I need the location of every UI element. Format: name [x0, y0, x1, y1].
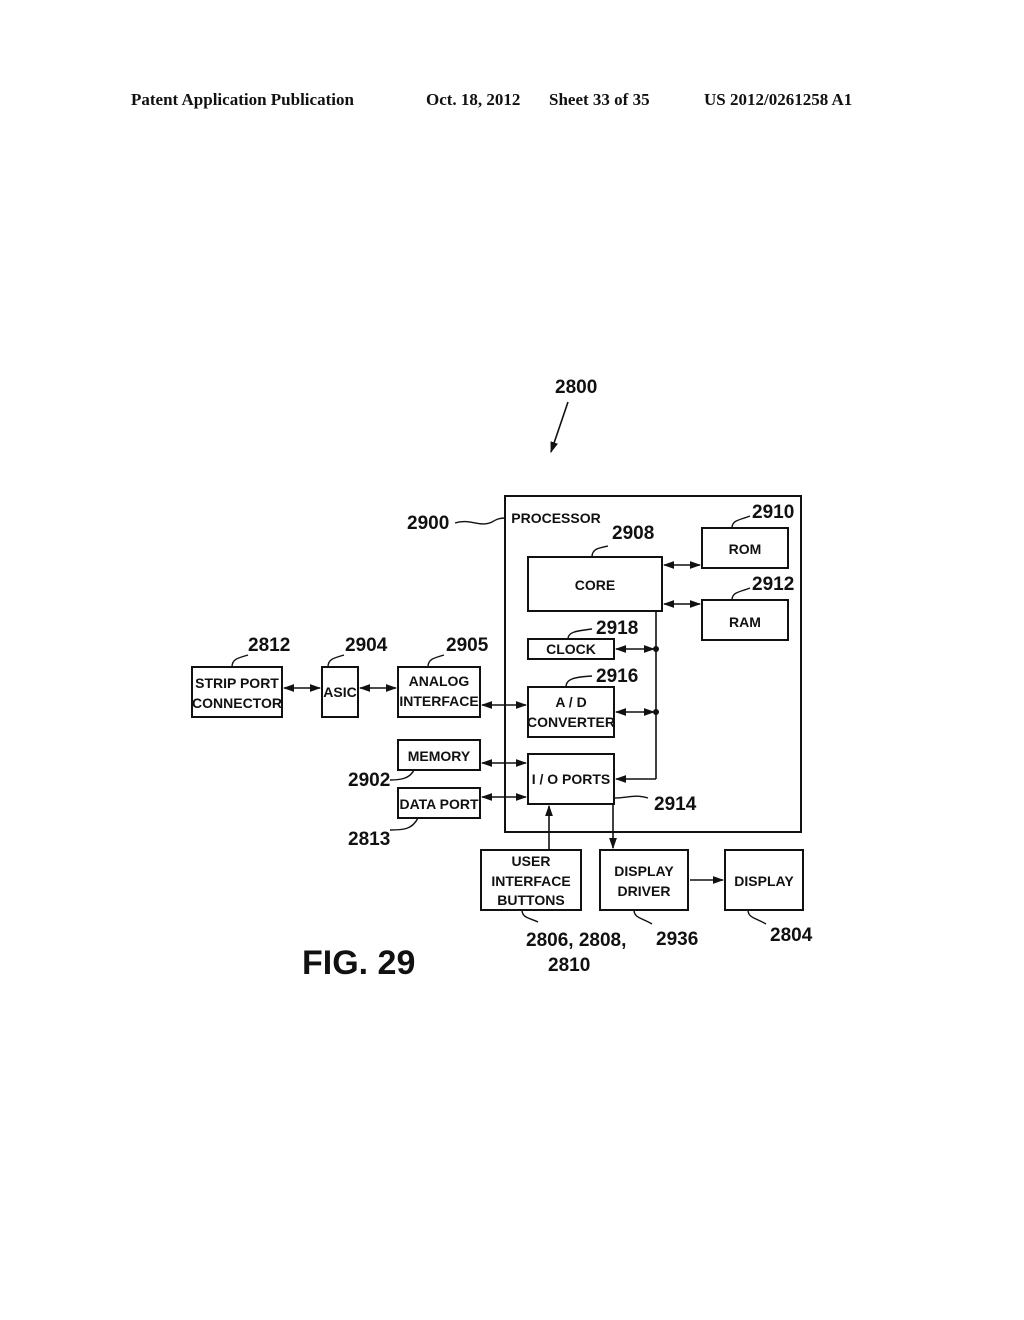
leader-2904	[327, 654, 345, 668]
block-diagram: 2800 PROCESSOR 2900 CORE 2908 ROM 2910 R…	[191, 377, 813, 982]
ref-2904: 2904	[345, 635, 388, 656]
ref-2900: 2900	[407, 513, 449, 534]
analog-label-line1: ANALOG	[409, 673, 470, 689]
asic-label: ASIC	[323, 684, 356, 700]
leader-2813	[389, 817, 419, 831]
adc-label-line1: A / D	[555, 694, 586, 710]
ref-uib-line1: 2806, 2808,	[526, 930, 626, 951]
strip-label-line1: STRIP PORT	[195, 675, 279, 691]
leader-2902	[389, 769, 415, 781]
ref-2908: 2908	[612, 523, 654, 544]
ref-2812: 2812	[248, 635, 290, 656]
leader-2905	[427, 654, 445, 668]
io-ports-label: I / O PORTS	[532, 771, 611, 787]
clock-label: CLOCK	[546, 641, 596, 657]
rom-label: ROM	[729, 541, 762, 557]
ref-2800: 2800	[555, 377, 597, 398]
leader-2804	[747, 909, 767, 925]
display-label: DISPLAY	[734, 873, 794, 889]
ram-label: RAM	[729, 614, 761, 630]
leader-2936	[633, 909, 653, 925]
figure-label: FIG. 29	[302, 944, 415, 982]
ref-2813: 2813	[348, 829, 390, 850]
data-port-label: DATA PORT	[399, 796, 479, 812]
ref-2914: 2914	[654, 794, 697, 815]
core-label: CORE	[575, 577, 615, 593]
uib-label-line2: INTERFACE	[491, 873, 570, 889]
driver-label-line1: DISPLAY	[614, 863, 674, 879]
adc-label-line2: CONVERTER	[527, 714, 615, 730]
strip-label-line2: CONNECTOR	[192, 695, 282, 711]
ref-2918: 2918	[596, 618, 638, 639]
ref-2910: 2910	[752, 502, 794, 523]
system-pointer-arrow	[550, 401, 569, 454]
ref-2804: 2804	[770, 925, 813, 946]
analog-label-line2: INTERFACE	[399, 693, 478, 709]
memory-label: MEMORY	[408, 748, 471, 764]
ref-uib-line2: 2810	[548, 955, 590, 976]
ref-2936: 2936	[656, 929, 698, 950]
driver-label-line2: DRIVER	[618, 883, 671, 899]
leader-uib	[521, 909, 539, 923]
uib-label-line1: USER	[512, 853, 551, 869]
ref-2916: 2916	[596, 666, 638, 687]
ref-2902: 2902	[348, 770, 390, 791]
leader-2812	[231, 654, 249, 668]
display-driver-block	[599, 849, 689, 911]
leader-2900	[454, 517, 506, 525]
uib-label-line3: BUTTONS	[497, 892, 564, 908]
processor-label: PROCESSOR	[511, 510, 600, 526]
ref-2905: 2905	[446, 635, 489, 656]
ref-2912: 2912	[752, 574, 794, 595]
